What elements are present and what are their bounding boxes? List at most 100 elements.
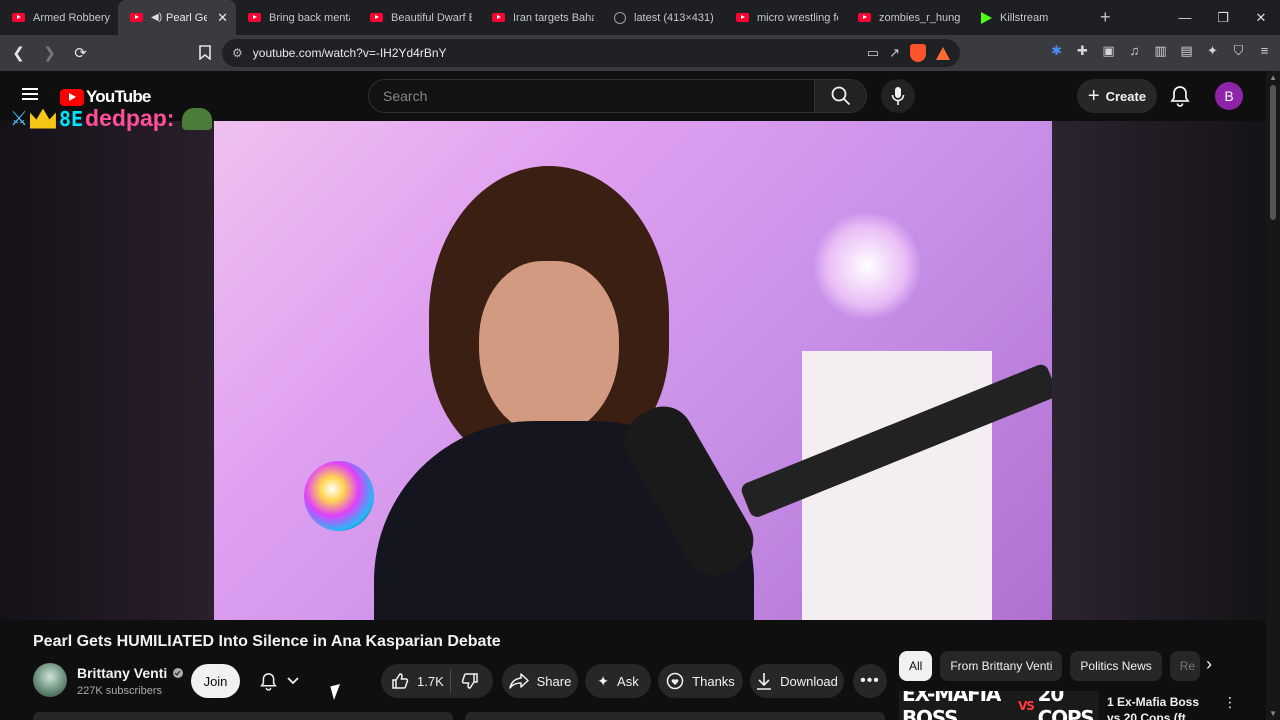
bell-icon <box>259 672 277 691</box>
speaker-icon[interactable]: ◀) <box>151 12 162 23</box>
address-bar[interactable]: ⚙ youtube.com/watch?v=-IH2Yd4rBnY ▭ ↗ <box>222 39 960 67</box>
new-tab-button[interactable]: + <box>1100 7 1111 28</box>
notifications-button[interactable] <box>1170 85 1190 112</box>
media-icon[interactable]: ♫ <box>1127 43 1142 58</box>
bell-icon <box>1170 86 1190 107</box>
browser-tab[interactable]: Killstream <box>968 0 1086 35</box>
youtube-page: YouTube Search + Create B ⚔ 8E dedpap: P… <box>0 71 1280 720</box>
brave-shield-icon[interactable] <box>910 44 926 62</box>
tab-title: Pearl Gets <box>166 11 208 24</box>
more-vertical-icon[interactable]: ⋮ <box>1223 694 1237 711</box>
voice-search-button[interactable] <box>881 79 915 113</box>
menu-icon[interactable]: ≡ <box>1257 43 1272 58</box>
chip-all[interactable]: All <box>899 651 933 681</box>
like-count: 1.7K <box>417 673 444 689</box>
share-icon <box>508 673 529 689</box>
scroll-up-icon[interactable]: ▲ <box>1269 73 1277 82</box>
share-button[interactable]: Share <box>502 664 578 698</box>
cast-icon[interactable]: ▭ <box>867 45 879 61</box>
back-icon[interactable]: ❮ <box>6 41 31 66</box>
search-input[interactable]: Search <box>368 79 815 113</box>
recommended-title[interactable]: 1 Ex-Mafia Boss vs 20 Cops (ft. Micha <box>1107 694 1213 720</box>
browser-tab[interactable]: Beautiful Dwarf Ba <box>358 0 480 35</box>
like-button[interactable]: 1.7K <box>381 669 451 693</box>
window-controls: — ❐ ✕ <box>1166 0 1280 35</box>
extensions-icon[interactable]: ✚ <box>1075 43 1090 58</box>
thanks-button[interactable]: Thanks <box>658 664 743 698</box>
share-page-icon[interactable]: ↗ <box>889 45 900 61</box>
vpn-icon[interactable]: ✱ <box>1049 43 1064 58</box>
chip-politics-news[interactable]: Politics News <box>1070 651 1162 681</box>
maximize-icon[interactable]: ❐ <box>1204 0 1242 35</box>
sword-icon: ⚔ <box>10 108 28 130</box>
like-dislike-group: 1.7K <box>381 664 493 698</box>
forward-icon[interactable]: ❯ <box>37 41 62 66</box>
dislike-button[interactable] <box>451 672 479 690</box>
lamp-glow <box>812 211 922 321</box>
subscription-bell-button[interactable] <box>248 664 310 698</box>
microphone-icon <box>891 87 905 105</box>
page-scrollbar[interactable]: ▲ ▼ <box>1266 71 1280 720</box>
tab-title: Bring back mental <box>269 11 350 24</box>
close-icon[interactable]: ✕ <box>217 10 228 26</box>
tab-title: latest (413×431) <box>634 11 714 24</box>
thumb-text-right: 20 COPS <box>1037 691 1095 720</box>
thumb-text-left: EX-MAFIA BOSS <box>902 691 1001 720</box>
sidebar-icon[interactable]: ▥ <box>1153 43 1168 58</box>
screenshot-icon[interactable]: ▣ <box>1101 43 1116 58</box>
browser-tab-bar: Armed Robbery Of ◀) Pearl Gets ✕ Bring b… <box>0 0 1280 35</box>
thanks-heart-icon <box>666 672 684 690</box>
brave-rewards-icon[interactable] <box>936 46 950 60</box>
comment-box[interactable] <box>465 712 885 720</box>
chip-from-channel[interactable]: From Brittany Venti <box>940 651 1063 681</box>
guide-menu-icon[interactable] <box>22 88 38 100</box>
search-button[interactable] <box>815 79 867 113</box>
browser-tab[interactable]: latest (413×431) <box>602 0 724 35</box>
bookmark-icon[interactable] <box>192 40 217 65</box>
minimize-icon[interactable]: — <box>1166 0 1204 35</box>
plus-icon: + <box>1087 85 1100 107</box>
sparkle-icon: ✦ <box>597 672 610 689</box>
stream-overlay: ⚔ 8E dedpap: <box>10 105 213 132</box>
tab-title: Armed Robbery Of <box>33 11 110 24</box>
recommended-thumbnail[interactable]: EX-MAFIA BOSS VS 20 COPS <box>899 691 1099 720</box>
browser-tab[interactable]: micro wrestling fe <box>724 0 846 35</box>
vpn-shield-icon[interactable]: ⛉ <box>1231 43 1246 58</box>
description-box[interactable] <box>33 712 453 720</box>
create-button[interactable]: + Create <box>1077 79 1157 113</box>
ask-button[interactable]: ✦ Ask <box>585 664 651 698</box>
reload-icon[interactable]: ⟳ <box>68 41 93 66</box>
ambient-glow-left <box>0 121 214 620</box>
browser-tab[interactable]: zombies_r_hungry <box>846 0 968 35</box>
download-button[interactable]: Download <box>750 664 844 698</box>
share-label: Share <box>536 673 572 689</box>
youtube-icon <box>248 13 261 22</box>
browser-tab[interactable]: Bring back mental <box>236 0 358 35</box>
streamer-face <box>479 261 619 436</box>
account-avatar[interactable]: B <box>1215 82 1243 110</box>
chevron-right-icon[interactable]: › <box>1206 654 1212 675</box>
join-button[interactable]: Join <box>191 664 240 698</box>
site-settings-icon[interactable]: ⚙ <box>232 46 243 60</box>
browser-tab[interactable]: Iran targets Baha'i <box>480 0 602 35</box>
more-actions-button[interactable]: ••• <box>853 664 887 698</box>
browser-tab[interactable]: Armed Robbery Of <box>0 0 118 35</box>
search-box: Search <box>368 79 867 113</box>
close-window-icon[interactable]: ✕ <box>1242 0 1280 35</box>
disco-lamp <box>304 461 374 531</box>
channel-avatar[interactable] <box>33 663 67 697</box>
youtube-logo[interactable]: YouTube <box>60 87 151 107</box>
scroll-down-icon[interactable]: ▼ <box>1269 709 1277 718</box>
video-player[interactable] <box>214 121 1052 620</box>
chevron-down-icon <box>286 677 299 685</box>
youtube-icon <box>736 13 749 22</box>
download-label: Download <box>780 673 838 689</box>
youtube-icon <box>12 13 25 22</box>
wallet-icon[interactable]: ▤ <box>1179 43 1194 58</box>
leo-icon[interactable]: ✦ <box>1205 43 1220 58</box>
chip-related[interactable]: Re <box>1169 651 1200 681</box>
create-label: Create <box>1105 88 1147 104</box>
channel-name[interactable]: Brittany Venti <box>77 665 184 681</box>
browser-tab-active[interactable]: ◀) Pearl Gets ✕ <box>118 0 236 35</box>
scrollbar-thumb[interactable] <box>1270 85 1276 220</box>
